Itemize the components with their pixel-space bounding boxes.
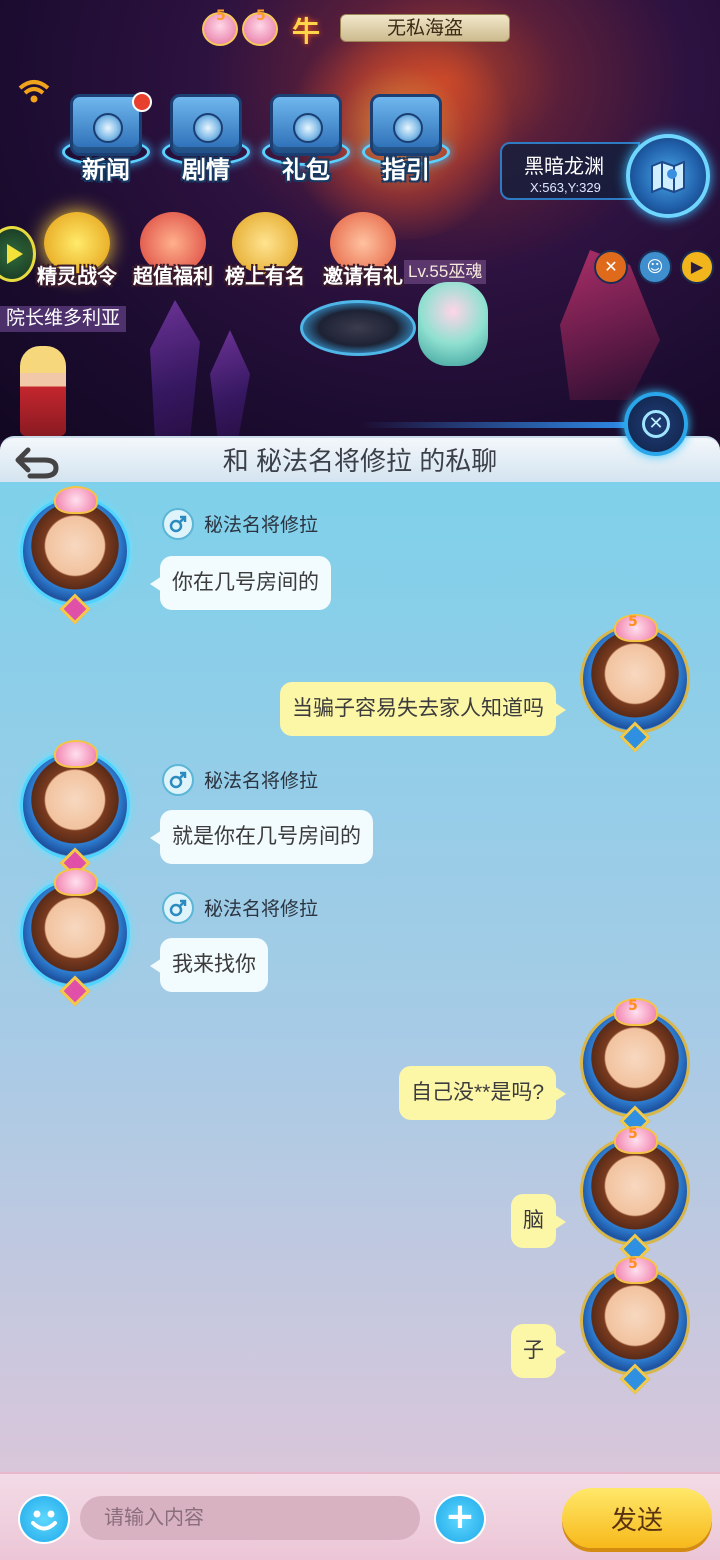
menu-button-guide[interactable]: 指引 — [360, 92, 452, 196]
chat-message-list[interactable]: 秘法名将修拉 你在几号房间的 5 当骗子容易失去家人知道吗 秘法名将修拉 就是你… — [0, 482, 720, 1472]
emoji-icon — [31, 1510, 57, 1531]
npc-character[interactable] — [20, 346, 66, 436]
event-button-ranking[interactable]: 榜上有名 — [212, 212, 318, 302]
message-bubble[interactable]: 自己没**是吗? — [398, 1066, 567, 1120]
avatar-level: 5 — [628, 1256, 638, 1272]
sender-avatar[interactable] — [14, 868, 136, 1007]
menu-button-story[interactable]: 剧情 — [160, 92, 252, 196]
menu-button-news[interactable]: 新闻 — [60, 92, 152, 196]
close-icon: ✕ — [642, 410, 670, 438]
menu-button-gift[interactable]: 礼包 — [260, 92, 352, 196]
avatar-level: 5 — [628, 614, 638, 630]
male-gender-icon — [162, 892, 194, 924]
crystal-decoration — [210, 330, 250, 440]
message-bubble[interactable]: 你在几号房间的 — [150, 556, 331, 610]
back-icon[interactable] — [14, 442, 60, 480]
message-bubble[interactable]: 我来找你 — [150, 938, 268, 992]
plus-button[interactable]: + — [434, 1494, 486, 1544]
guide-safe-icon — [370, 94, 442, 156]
event-button-invite[interactable]: 邀请有礼 — [310, 212, 416, 302]
no-sound-icon[interactable]: ✕ — [594, 250, 628, 284]
gift-box-icon — [270, 94, 342, 156]
top-banner[interactable]: 5 5 牛 无私海盗 — [200, 6, 510, 48]
chat-input-bar: + 发送 — [0, 1472, 720, 1560]
avatar-level: 5 — [628, 1126, 638, 1142]
pet-badge-icon: 5 — [202, 8, 238, 46]
skip-icon[interactable]: ▶ — [680, 250, 714, 284]
message-bubble[interactable]: 当骗子容易失去家人知道吗 — [280, 682, 566, 736]
banner-title: 无私海盗 — [340, 14, 510, 42]
send-button[interactable]: 发送 — [562, 1488, 712, 1548]
my-avatar[interactable]: 5 — [574, 1126, 696, 1265]
map-coordinates: X:563,Y:329 — [530, 180, 601, 195]
avatar-level: 5 — [628, 998, 638, 1014]
pet-character[interactable] — [418, 282, 488, 366]
world-map-button[interactable] — [626, 134, 710, 218]
event-button-welfare[interactable]: 超值福利 — [120, 212, 226, 302]
sender-avatar[interactable] — [14, 740, 136, 879]
map-icon — [651, 160, 685, 194]
pet-badge-icon: 5 — [242, 8, 278, 46]
message-bubble[interactable]: 就是你在几号房间的 — [150, 810, 373, 864]
teleport-portal[interactable] — [300, 300, 416, 356]
sender-name: 秘法名将修拉 — [204, 515, 319, 536]
emoji-button[interactable] — [18, 1494, 70, 1544]
npc-name-tag: 院长维多利亚 — [0, 306, 127, 332]
face-icon[interactable]: ☺ — [638, 250, 672, 284]
map-name: 黑暗龙渊 — [524, 156, 604, 178]
banner-mark: 牛 — [292, 15, 321, 48]
message-bubble[interactable]: 子 — [511, 1324, 566, 1378]
message-bubble[interactable]: 脑 — [511, 1194, 566, 1248]
notification-dot — [132, 92, 152, 112]
my-avatar[interactable]: 5 — [574, 614, 696, 753]
close-chat-button[interactable]: ✕ — [624, 392, 688, 456]
male-gender-icon — [162, 764, 194, 796]
energy-line — [360, 422, 640, 428]
story-safe-icon — [170, 94, 242, 156]
my-avatar[interactable]: 5 — [574, 1256, 696, 1395]
male-gender-icon — [162, 508, 194, 540]
sender-name: 秘法名将修拉 — [204, 899, 319, 920]
game-scene: 5 5 牛 无私海盗 新闻 剧情 礼包 指引 黑暗龙渊 X:563,Y:329 — [0, 0, 720, 440]
crystal-decoration — [150, 300, 200, 440]
message-input[interactable] — [80, 1496, 420, 1540]
my-avatar[interactable]: 5 — [574, 998, 696, 1137]
chat-header: 和 秘法名将修拉 的私聊 — [0, 436, 720, 482]
pet-level-tag: Lv.55巫魂 — [404, 260, 487, 284]
wifi-icon — [18, 80, 50, 103]
sender-avatar[interactable] — [14, 486, 136, 625]
event-button-battle-pass[interactable]: 精灵战令 — [24, 212, 130, 302]
sender-name: 秘法名将修拉 — [204, 771, 319, 792]
map-info-panel[interactable]: 黑暗龙渊 X:563,Y:329 — [500, 142, 640, 200]
chat-title: 和 秘法名将修拉 的私聊 — [222, 446, 498, 476]
